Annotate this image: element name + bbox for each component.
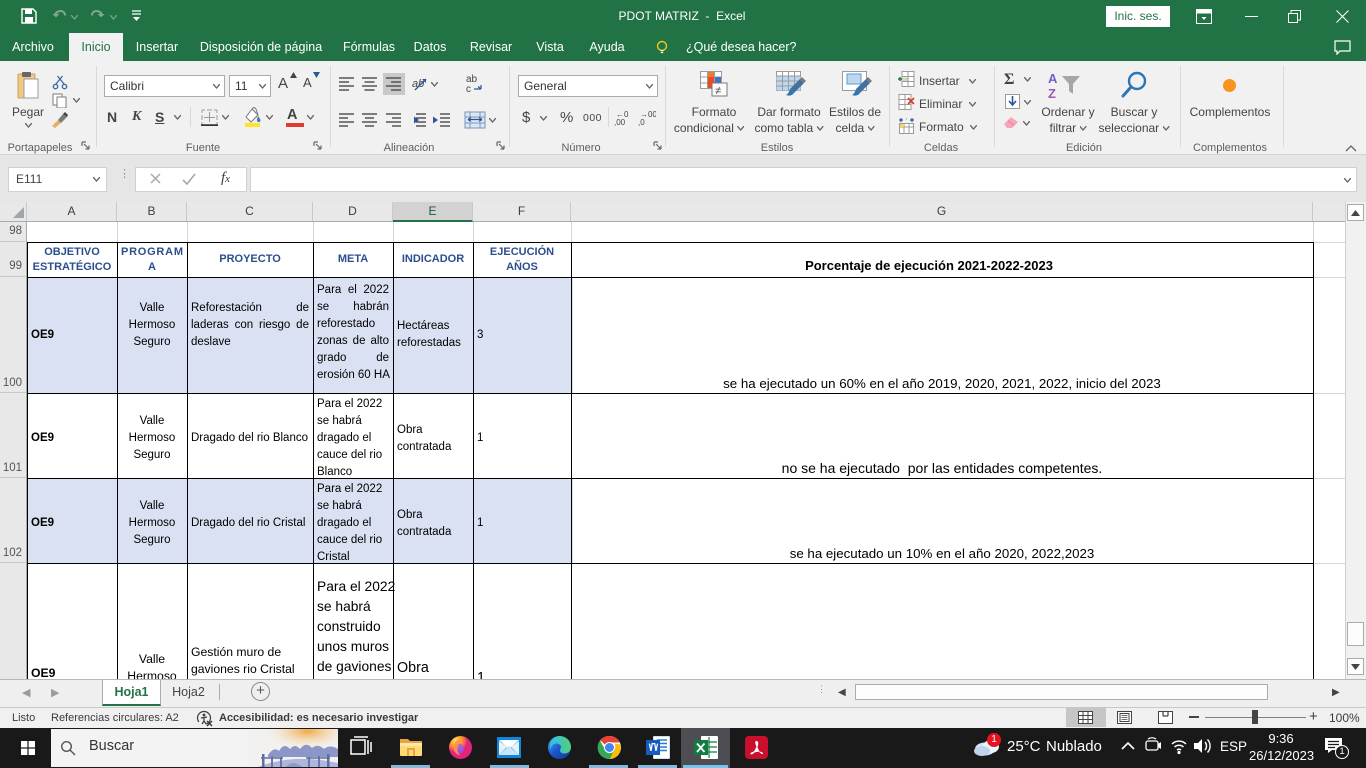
svg-text:≠: ≠ bbox=[715, 85, 721, 97]
svg-text:A: A bbox=[1048, 71, 1058, 86]
svg-text:ab: ab bbox=[412, 78, 424, 90]
svg-text:Z: Z bbox=[1048, 86, 1056, 100]
svg-text:,0: ,0 bbox=[638, 118, 645, 127]
svg-text:,00: ,00 bbox=[614, 118, 626, 127]
svg-text:c: c bbox=[466, 84, 471, 95]
